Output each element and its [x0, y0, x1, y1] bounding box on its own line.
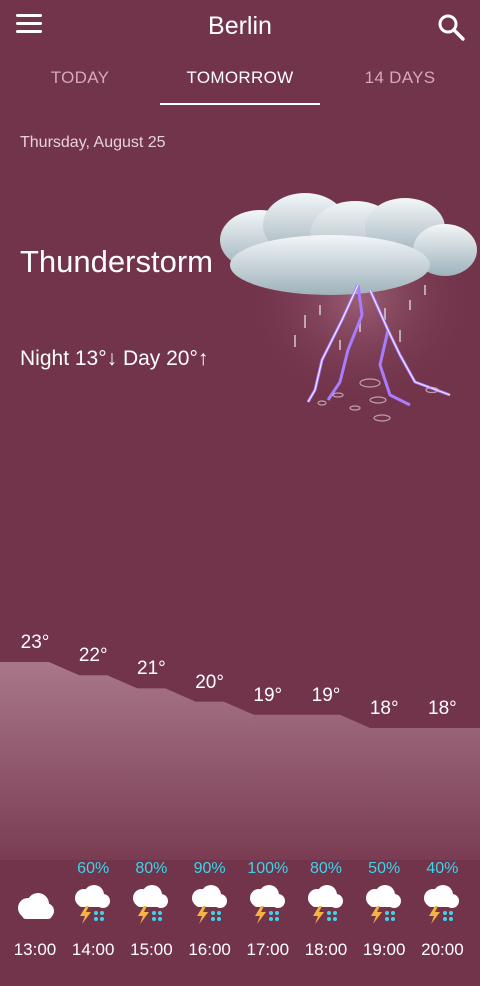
hour-precipitation-chance: 50% [368, 860, 401, 877]
hour-time: 14:00 [71, 940, 115, 959]
hour-temperature: 20° [195, 671, 224, 693]
city-title: Berlin [208, 12, 272, 40]
thunder-rain-icon [75, 885, 111, 924]
hour-time: 16:00 [188, 940, 231, 959]
forecast-date: Thursday, August 25 [20, 134, 166, 151]
thunderstorm-icon [220, 193, 480, 422]
hour-time: 19:00 [362, 940, 406, 959]
thunder-rain-icon [249, 885, 285, 924]
tab-tomorrow[interactable]: TOMORROW [160, 68, 320, 88]
hour-temperature: 19° [311, 684, 341, 706]
hour-temperature: 23° [20, 632, 50, 653]
cloud-icon [18, 893, 54, 919]
hour-precipitation-chance: 40% [426, 860, 459, 877]
hour-precipitation-chance: 100% [247, 860, 289, 877]
hour-temperature: 18° [369, 698, 399, 719]
thunder-rain-icon [133, 885, 169, 924]
hour-precipitation-chance: 90% [193, 860, 226, 877]
hour-temperature: 19° [253, 684, 283, 706]
hour-time: 15:00 [130, 940, 173, 959]
hour-precipitation-chance: 80% [309, 860, 343, 877]
thunder-rain-icon [308, 885, 343, 924]
thunder-rain-icon [366, 885, 402, 924]
tab-today[interactable]: TODAY [0, 68, 160, 88]
hour-time: 20:00 [421, 940, 464, 959]
hour-precipitation-chance: 80% [135, 860, 168, 877]
hour-precipitation-chance: 60% [77, 860, 110, 877]
search-icon[interactable] [436, 12, 466, 42]
active-tab-indicator [160, 103, 320, 105]
thunder-rain-icon [191, 885, 227, 924]
hour-time: 18:00 [304, 940, 348, 959]
hour-temperature: 21° [137, 658, 166, 680]
day-tabs: TODAY TOMORROW 14 DAYS [0, 58, 480, 105]
tab-14-days[interactable]: 14 DAYS [320, 68, 480, 88]
hour-temperature: 18° [428, 698, 457, 719]
weather-condition: Thunderstorm [20, 244, 213, 279]
thunder-rain-icon [424, 885, 460, 924]
hour-temperature: 22° [78, 645, 108, 667]
night-day-temps: Night 13°↓ Day 20°↑ [20, 347, 209, 370]
hour-time: 13:00 [13, 940, 57, 959]
hour-time: 17:00 [246, 940, 290, 959]
top-app-bar: Berlin [0, 0, 480, 56]
